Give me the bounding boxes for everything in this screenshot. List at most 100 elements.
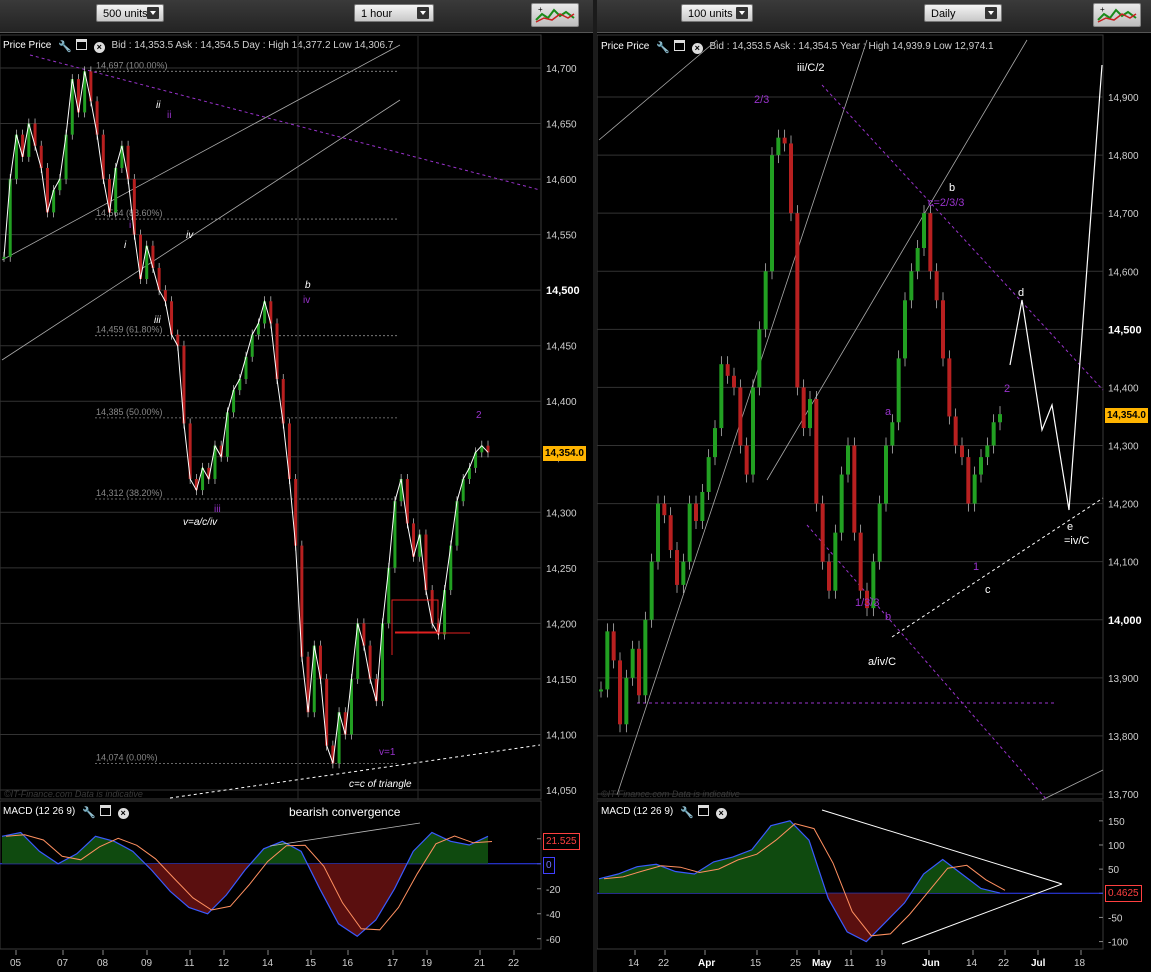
wave-label: ii [156,100,161,111]
candle-body [139,234,143,280]
candle-body [789,143,793,214]
wrench-icon[interactable]: 🔧 [680,805,694,819]
divergence-line [269,822,421,847]
candle-body [782,137,787,144]
y-tick-label: 14,200 [1108,500,1139,511]
wave-label: i [129,220,131,231]
left-macd-title: MACD (12 26 9) [3,806,76,817]
candle-body [33,123,37,146]
x-tick-label: 05 [10,958,22,969]
y-tick-label: 13,800 [1108,732,1139,743]
candle-body [21,134,25,157]
candle-body [725,364,730,376]
window-icon[interactable] [673,40,685,51]
y-tick-label: 14,700 [1108,209,1139,220]
window-icon[interactable] [697,805,709,816]
fib-level-label: 14,459 (61.80%) [96,325,163,335]
candle-body [998,414,1002,423]
wave-label: 1 [973,561,979,573]
left-price-chart[interactable]: 14,700 14,650 14,600 14,550 14,500 14,450 14,4… [0,0,593,972]
left-macd-header: MACD (12 26 9) 🔧 × [3,804,129,820]
candle-body [300,545,304,657]
candle-body [738,387,743,446]
candle-body [312,645,316,713]
candle-body [808,399,812,429]
wave-label: iii/C/2 [797,62,825,74]
window-icon[interactable] [75,39,87,50]
macd-tick-label: -40 [546,910,561,921]
wrench-icon[interactable]: 🔧 [656,40,670,54]
y-tick-label: 14,200 [546,619,577,630]
mini-chart-icon: + [535,5,575,23]
close-icon[interactable]: × [93,42,105,53]
candle-body [418,534,422,557]
candle-body [605,631,610,690]
candle-body [801,387,806,429]
wave-label: c=2/3/3 [928,197,964,209]
y-tick-label: 14,250 [546,564,577,575]
candle-body [922,213,926,249]
candle-body [287,423,291,479]
x-tick-label: 15 [750,958,762,969]
macd-signal-line [5,834,493,931]
x-tick-label: 19 [875,958,887,969]
right-interval-dropdown[interactable]: Daily [924,4,1002,22]
right-series-name: Price Price [601,41,650,52]
left-macd-value-tag: 21.525 [543,833,580,850]
candle-body [474,452,478,468]
candle-body [846,445,850,475]
left-macd-frame [0,800,542,950]
close-icon[interactable]: × [691,43,703,54]
right-units-dropdown[interactable]: 100 units [681,4,753,22]
wrench-icon[interactable]: 🔧 [58,39,72,53]
candle-body [101,134,105,180]
candle-body [244,356,248,380]
candle-body [461,478,465,502]
wave-label: a/iv/C [868,656,896,668]
candle-body [120,145,124,168]
left-plot-frame [0,34,542,800]
candle-body [449,545,453,591]
candle-body [953,416,958,446]
wave-label: b [305,280,311,291]
y-tick-label: 14,400 [1108,383,1139,394]
y-tick-label: 14,600 [1108,267,1139,278]
wave-label: e [1067,521,1073,533]
candle-body [884,445,888,504]
left-interval-dropdown[interactable]: 1 hour [354,4,434,22]
window-icon[interactable] [99,805,111,816]
macd-line [598,820,1001,943]
close-icon[interactable]: × [117,808,129,819]
candle-body [374,678,378,702]
candle-body [827,561,831,591]
candle-body [207,467,211,479]
left-chart-panel: 500 units 1 hour + Price Price 🔧 × Bid :… [0,0,593,972]
watermark: ©IT-Finance.com Data is indicative [601,789,740,799]
close-icon[interactable]: × [715,808,727,819]
fib-level-label: 14,385 (50.00%) [96,407,163,417]
wrench-icon[interactable]: 🔧 [82,805,96,819]
right-macd-value-tag: 0.4625 [1105,885,1142,902]
candle-body [795,213,800,388]
candle-body [58,179,62,191]
wave-label: 2 [476,410,482,421]
right-plot-frame [597,34,1104,800]
left-units-dropdown[interactable]: 500 units [96,4,164,22]
left-units-label: 500 units [103,8,148,20]
candle-body [757,329,762,388]
candle-body [618,660,622,725]
candle-body [145,245,149,280]
trend-line [1,44,401,261]
candle-body [27,123,31,157]
right-macd-frame [597,800,1104,950]
right-price-chart[interactable]: 14,900 14,800 14,700 14,600 14,500 14,400 14,3… [597,0,1151,972]
trend-line [616,39,868,796]
y-tick-label: 14,100 [1108,558,1139,569]
mini-chart-icon: + [1097,5,1137,23]
wave-label: ii [167,110,171,121]
candle-body [275,323,279,380]
chart-settings-icon[interactable]: + [1093,3,1141,27]
chart-settings-icon[interactable]: + [531,3,579,27]
macd-tick-label: 150 [1108,817,1125,828]
candle-body [744,445,749,475]
